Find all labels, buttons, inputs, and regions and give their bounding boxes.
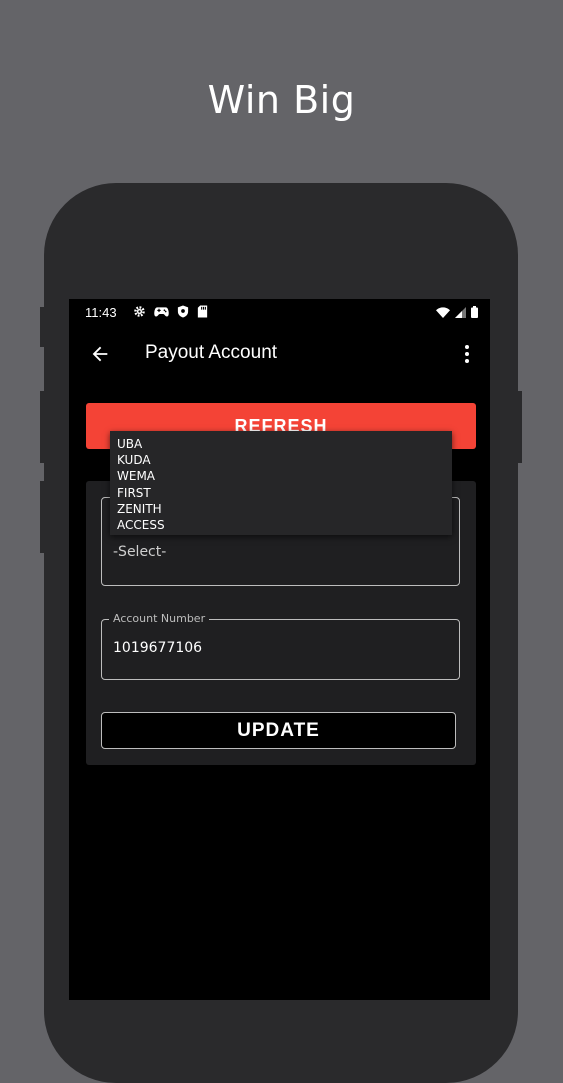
gear-icon <box>134 306 145 317</box>
phone-screen: 11:43 Payout Account REFRESH -Select- Ac… <box>69 299 490 1000</box>
signal-icon <box>455 306 466 318</box>
headline: Win Big <box>207 78 356 122</box>
bank-option-wema[interactable]: WEMA <box>117 468 155 484</box>
bank-option-kuda[interactable]: KUDA <box>117 452 151 468</box>
account-number-value: 1019677106 <box>113 640 203 656</box>
arrow-back-icon[interactable] <box>89 343 111 365</box>
gamepad-icon <box>154 307 169 317</box>
account-number-label: Account Number <box>109 612 210 625</box>
bank-dropdown-list: UBA KUDA WEMA FIRST ZENITH ACCESS <box>110 431 452 535</box>
shield-icon <box>177 305 189 318</box>
bank-option-access[interactable]: ACCESS <box>117 517 165 533</box>
status-bar: 11:43 <box>69 299 490 327</box>
account-number-field[interactable]: Account Number 1019677106 <box>101 612 460 680</box>
wifi-icon <box>436 306 450 318</box>
battery-icon <box>471 306 478 318</box>
page-title: Payout Account <box>145 342 278 363</box>
bank-option-first[interactable]: FIRST <box>117 485 151 501</box>
status-time: 11:43 <box>85 305 117 320</box>
more-vert-icon[interactable] <box>464 344 470 364</box>
app-bar: Payout Account <box>69 327 490 383</box>
bank-option-zenith[interactable]: ZENITH <box>117 501 162 517</box>
sd-card-icon <box>197 305 208 318</box>
bank-select-value: -Select- <box>113 544 167 560</box>
bank-option-uba[interactable]: UBA <box>117 436 142 452</box>
update-button[interactable]: UPDATE <box>101 712 456 749</box>
